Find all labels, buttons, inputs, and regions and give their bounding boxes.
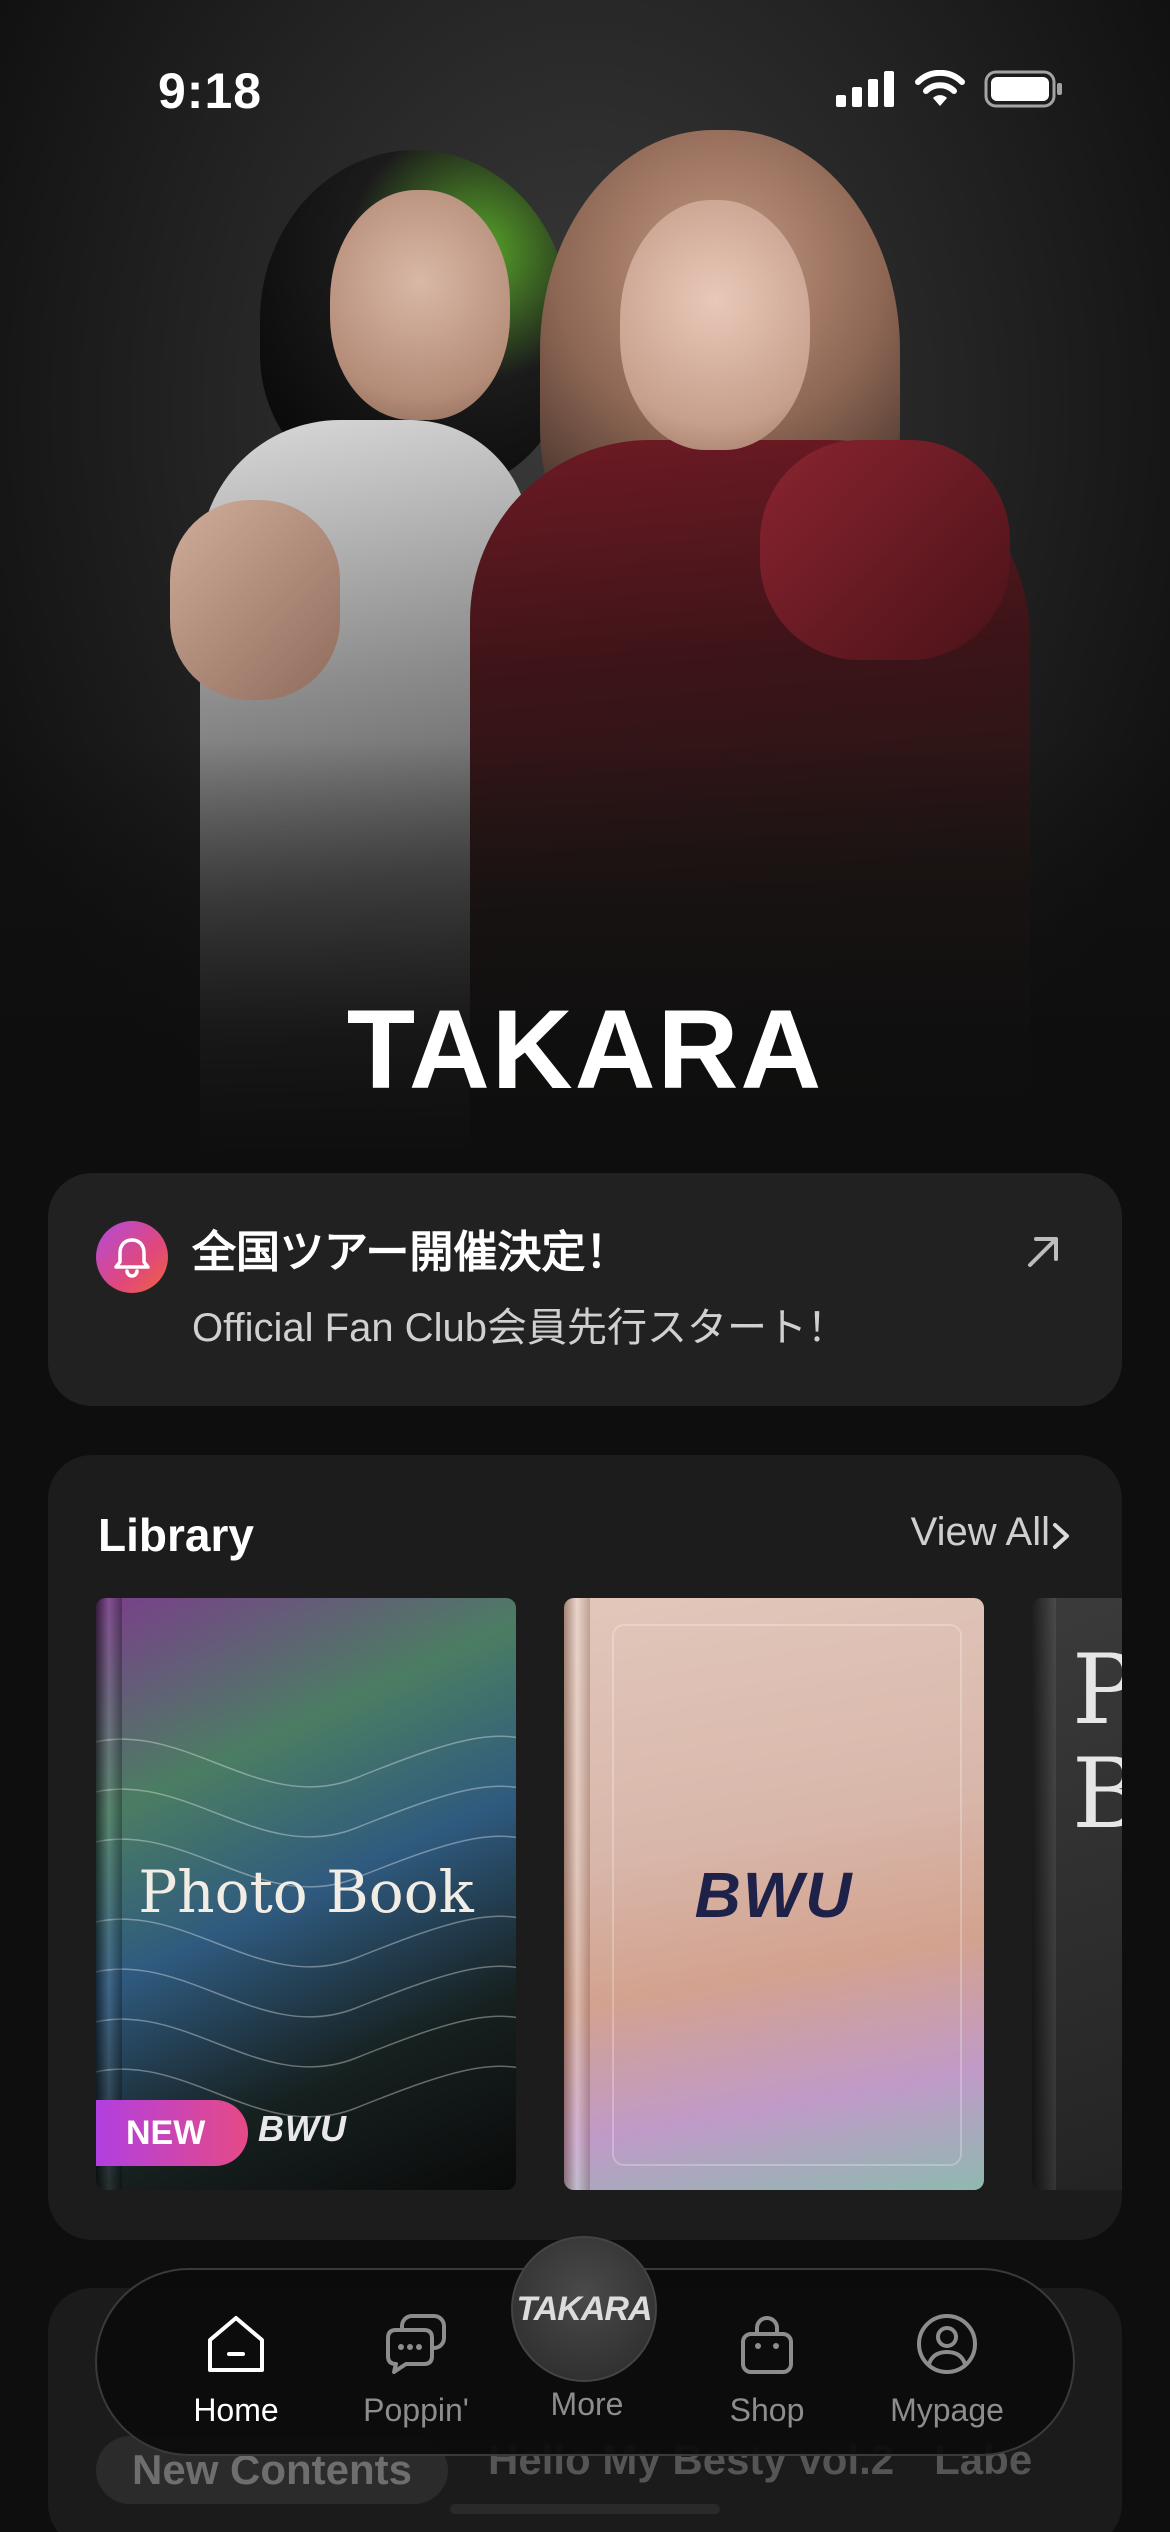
- bwu-logo: BWU: [694, 1859, 854, 1931]
- announcement-subtext: Official Fan Club会員先行スタート！: [192, 1306, 847, 1350]
- tab-mypage[interactable]: Mypage: [872, 2308, 1022, 2429]
- library-section: Library View All Photo Book NEW BWU BWU …: [48, 1455, 1122, 2240]
- tab-poppin[interactable]: Poppin': [341, 2308, 491, 2429]
- tab-label: Mypage: [890, 2392, 1004, 2428]
- bell-icon: [96, 1221, 168, 1293]
- library-item-photo-book[interactable]: Photo Book NEW BWU: [96, 1598, 516, 2190]
- home-icon: [208, 2316, 264, 2372]
- status-bar: 9:18: [0, 0, 1170, 180]
- tab-label: Home: [193, 2392, 279, 2428]
- wifi-icon: [915, 70, 965, 106]
- artist-name: TAKARA: [346, 987, 824, 1112]
- book-partial-title: P B: [1072, 1634, 1122, 1850]
- status-time: 9:18: [158, 63, 263, 119]
- shopping-bag-icon: [741, 2316, 793, 2374]
- book-spine: [1032, 1598, 1056, 2190]
- bwu-logo: BWU: [258, 2108, 347, 2149]
- artist-photo-left-face: [330, 190, 510, 420]
- chevron-right-icon[interactable]: [1050, 1521, 1072, 1551]
- tab-shop[interactable]: Shop: [692, 2308, 842, 2429]
- book-title: Photo Book: [138, 1858, 474, 1926]
- library-item-bwu-book[interactable]: BWU: [564, 1598, 984, 2190]
- announcement-card[interactable]: 全国ツアー開催決定！ Official Fan Club会員先行スタート！: [48, 1173, 1122, 1406]
- home-indicator: [450, 2504, 720, 2514]
- tab-label: Shop: [729, 2392, 805, 2428]
- artist-photo-right-arm: [760, 440, 1010, 660]
- status-icons: [836, 70, 1064, 108]
- artist-photo-left-arm: [170, 500, 340, 700]
- takara-center-button[interactable]: TAKARA: [511, 2236, 657, 2382]
- tab-label: Poppin': [363, 2392, 469, 2428]
- takara-logo-icon: TAKARA: [516, 2289, 652, 2328]
- user-circle-icon: [917, 2314, 977, 2374]
- battery-icon: [984, 70, 1062, 108]
- cellular-signal-icon: [836, 71, 894, 107]
- tab-label: More: [550, 2386, 624, 2422]
- view-all-link[interactable]: View All: [911, 1510, 1050, 1555]
- library-item-partial[interactable]: P B: [1032, 1598, 1122, 2190]
- arrow-up-right-icon[interactable]: [1022, 1229, 1066, 1273]
- library-title: Library: [98, 1509, 254, 1561]
- tab-home[interactable]: Home: [161, 2308, 311, 2429]
- chat-bubbles-icon: [386, 2314, 446, 2374]
- new-badge: NEW: [96, 2100, 248, 2166]
- announcement-headline: 全国ツアー開催決定！: [192, 1228, 630, 1277]
- artist-photo-right-face: [620, 200, 810, 450]
